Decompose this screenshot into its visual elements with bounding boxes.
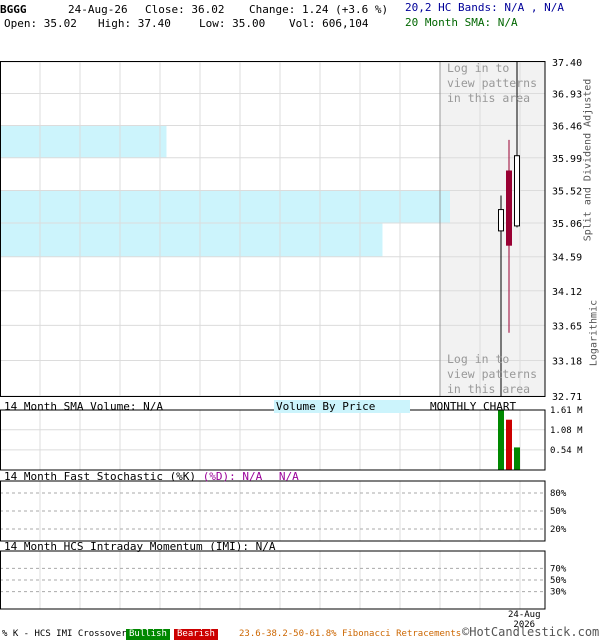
login-line: view patterns — [447, 76, 537, 91]
volume-panel-frame — [1, 410, 546, 470]
bearish-badge: Bearish — [174, 629, 218, 640]
login-overlay-top: Log in to view patterns in this area — [447, 61, 537, 106]
vbp-bar-0 — [0, 125, 167, 157]
stoch-tick-2: 20% — [550, 525, 567, 535]
vbp-bar-1 — [0, 191, 450, 223]
vol-tick-2: 0.54 M — [550, 446, 583, 456]
imi-panel-title: 14 Month HCS Intraday Momentum (IMI): N/… — [4, 540, 276, 553]
volume-bar-1 — [506, 420, 512, 470]
stoch-tick-1: 50% — [550, 507, 567, 517]
adjusted-label: Split and Dividend Adjusted — [582, 79, 595, 242]
vol-tick-1: 1.08 M — [550, 426, 583, 436]
price-tick-8: 33.65 — [552, 321, 582, 332]
copyright[interactable]: ©HotCandlestick.com — [462, 626, 599, 639]
stoch-k-label: 14 Month Fast Stochastic (%K) — [4, 470, 196, 483]
price-tick-3: 35.99 — [552, 154, 582, 165]
stoch-tick-0: 80% — [550, 489, 567, 499]
price-tick-6: 34.59 — [552, 253, 582, 264]
price-tick-9: 33.18 — [552, 356, 582, 367]
volume-panel-title: 14 Month SMA Volume: N/A — [4, 400, 163, 413]
price-tick-5: 35.06 — [552, 219, 582, 230]
date-month: 24-Aug — [508, 610, 541, 620]
imi-tick-0: 70% — [550, 564, 567, 574]
price-tick-2: 36.46 — [552, 121, 582, 132]
login-line: Log in to — [447, 352, 537, 367]
price-tick-10: 32.71 — [552, 392, 582, 403]
footer-crossover: % K - HCS IMI Crossover, — [2, 628, 132, 641]
login-line: in this area — [447, 382, 537, 397]
vbp-bar-2 — [0, 223, 383, 257]
volume-bar-0 — [498, 410, 504, 470]
volume-bar-2 — [514, 447, 520, 470]
vol-tick-0: 1.61 M — [550, 406, 583, 416]
stoch-d-na: N/A — [279, 470, 299, 483]
login-line: view patterns — [447, 367, 537, 382]
price-tick-1: 36.93 — [552, 90, 582, 101]
log-scale-label: Logarithmic — [588, 300, 600, 366]
candle-body-1 — [507, 171, 512, 245]
bullish-badge: Bullish — [126, 629, 170, 640]
price-tick-7: 34.12 — [552, 287, 582, 298]
price-tick-0: 37.40 — [552, 58, 582, 69]
imi-tick-1: 50% — [550, 576, 567, 586]
vbp-label: Volume By Price — [274, 400, 410, 413]
price-tick-4: 35.52 — [552, 187, 582, 198]
login-overlay-bottom: Log in to view patterns in this area — [447, 352, 537, 397]
monthly-chart-label: MONTHLY CHART — [430, 400, 516, 413]
candle-body-2 — [515, 156, 520, 226]
pattern-area — [440, 62, 545, 396]
login-line: in this area — [447, 91, 537, 106]
imi-tick-2: 30% — [550, 588, 567, 598]
candle-body-0 — [499, 210, 504, 231]
stoch-panel-title: 14 Month Fast Stochastic (%K) (%D): N/A … — [4, 470, 299, 483]
login-line: Log in to — [447, 61, 537, 76]
stoch-d-label: (%D): N/A — [203, 470, 263, 483]
fib-label: 23.6-38.2-50-61.8% Fibonacci Retracement… — [239, 628, 461, 641]
